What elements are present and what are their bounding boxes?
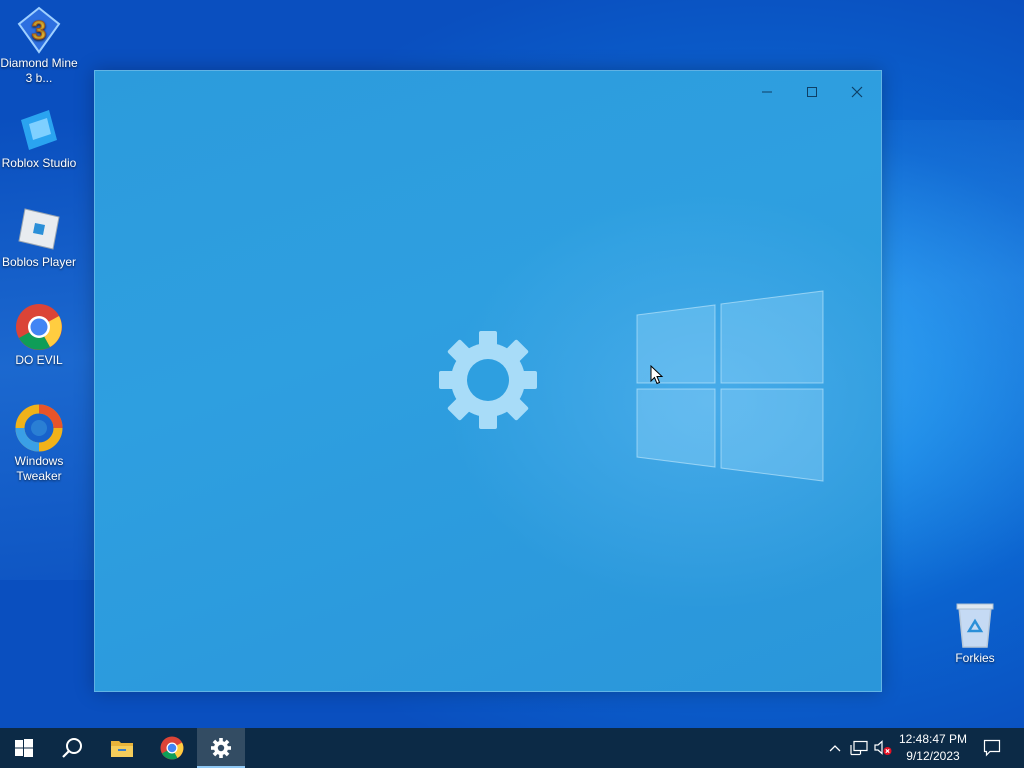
close-button[interactable] [835,77,879,107]
windows-tweaker-icon [15,404,63,452]
svg-text:3: 3 [32,15,46,45]
desktop-icon-label: Roblox Studio [1,156,77,170]
diamond-mine-icon: 3 [17,6,61,54]
desktop-icon-forkies[interactable]: Forkies [936,601,1014,666]
mouse-cursor-icon [650,365,664,385]
volume-muted-icon [874,740,892,755]
desktop-icon-label: Windows Tweaker [14,454,64,483]
show-hidden-icons-button[interactable] [824,728,846,768]
network-button[interactable] [848,728,870,768]
close-icon [851,86,863,98]
desktop-icon-label: DO EVIL [15,353,63,367]
desktop-icon-label: Diamond Mine 3 b... [0,56,78,85]
clock-time: 12:48:47 PM [898,732,968,746]
network-icon [850,740,868,756]
search-icon [62,738,82,758]
taskbar: 12:48:47 PM 9/12/2023 [0,728,1024,768]
roblox-player-icon [18,208,60,250]
gear-icon [439,331,537,429]
settings-icon [211,738,231,758]
chevron-up-icon [829,745,841,752]
recycle-bin-icon [956,603,994,648]
settings-taskbar-button[interactable] [197,728,245,768]
volume-button[interactable] [872,728,894,768]
maximize-button[interactable] [790,77,834,107]
notification-icon [983,739,1001,757]
desktop-icon-diamond-mine[interactable]: 3 Diamond Mine 3 b... [0,6,78,86]
desktop-icon-boblos-player[interactable]: Boblos Player [0,205,78,270]
windows-logo [636,290,824,482]
minimize-icon [762,91,772,93]
desktop-icon-label: Forkies [955,651,995,665]
roblox-studio-icon [21,110,57,150]
chrome-icon [16,304,62,350]
chrome-taskbar-button[interactable] [148,728,196,768]
taskbar-clock[interactable]: 12:48:47 PM 9/12/2023 [894,731,972,765]
desktop-icon-do-evil[interactable]: DO EVIL [0,303,78,368]
search-button[interactable] [48,728,96,768]
desktop-icon-label: Boblos Player [1,255,77,269]
desktop-icon-windows-tweaker[interactable]: Windows Tweaker [0,404,78,484]
minimize-button[interactable] [745,77,789,107]
clock-date: 9/12/2023 [906,749,960,763]
file-explorer-button[interactable] [98,728,146,768]
action-center-button[interactable] [978,728,1006,768]
chrome-icon [160,736,184,760]
file-explorer-icon [111,741,133,757]
start-button[interactable] [0,728,48,768]
desktop-icon-roblox-studio[interactable]: Roblox Studio [0,106,78,171]
settings-splash-window[interactable] [94,70,882,692]
start-icon [15,739,33,757]
maximize-icon [807,87,817,97]
